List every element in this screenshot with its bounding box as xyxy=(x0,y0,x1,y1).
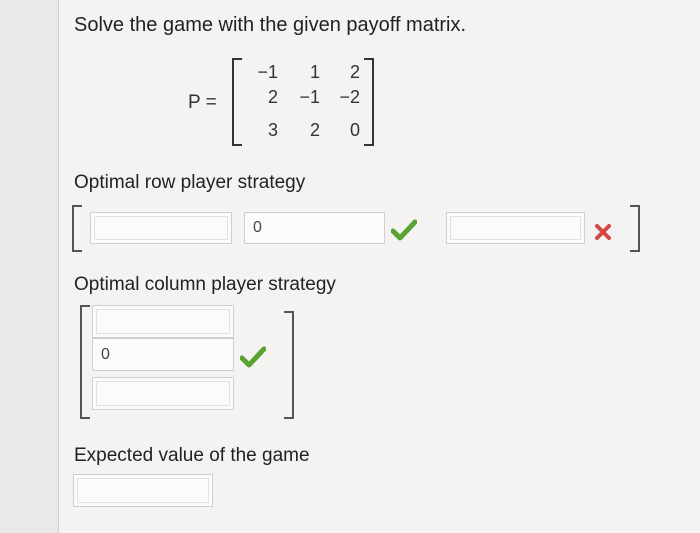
matrix-cell: −1 xyxy=(257,62,278,82)
matrix-right-bracket xyxy=(364,58,374,146)
matrix-cell: 2 xyxy=(267,87,278,107)
column-strategy-label: Optimal column player strategy xyxy=(74,274,336,295)
matrix-cell: 2 xyxy=(349,62,360,82)
matrix-cell: −1 xyxy=(299,87,320,107)
row-strategy-input-3[interactable] xyxy=(446,212,585,244)
check-icon xyxy=(240,346,266,368)
input-inner-border xyxy=(77,478,209,503)
column-strategy-input-1[interactable] xyxy=(92,305,234,338)
matrix-cell: 1 xyxy=(309,62,320,82)
expected-value-label: Expected value of the game xyxy=(74,445,310,466)
matrix-label: P = xyxy=(188,92,217,113)
row-strategy-input-2[interactable]: 0 xyxy=(244,212,385,244)
row-vector-left-bracket xyxy=(72,205,82,252)
matrix-cell: 0 xyxy=(349,120,360,140)
expected-value-input[interactable] xyxy=(73,474,213,507)
column-vector-left-bracket xyxy=(80,305,90,419)
row-strategy-value-2: 0 xyxy=(253,219,262,236)
column-strategy-value-2: 0 xyxy=(101,345,110,363)
row-strategy-input-1[interactable] xyxy=(90,212,232,244)
input-inner-border xyxy=(96,381,230,406)
row-vector-right-bracket xyxy=(630,205,640,252)
row-strategy-label: Optimal row player strategy xyxy=(74,172,306,193)
column-vector-right-bracket xyxy=(284,311,294,419)
input-inner-border xyxy=(94,216,228,240)
matrix-cell: 2 xyxy=(309,120,320,140)
input-inner-border xyxy=(96,309,230,334)
input-inner-border xyxy=(450,216,581,240)
matrix-cell: 3 xyxy=(267,120,278,140)
column-strategy-input-3[interactable] xyxy=(92,377,234,410)
column-strategy-input-2[interactable]: 0 xyxy=(92,338,234,371)
question-text: Solve the game with the given payoff mat… xyxy=(74,14,467,36)
x-icon xyxy=(595,224,611,240)
check-icon xyxy=(391,219,417,241)
matrix-cell: −2 xyxy=(339,87,360,107)
